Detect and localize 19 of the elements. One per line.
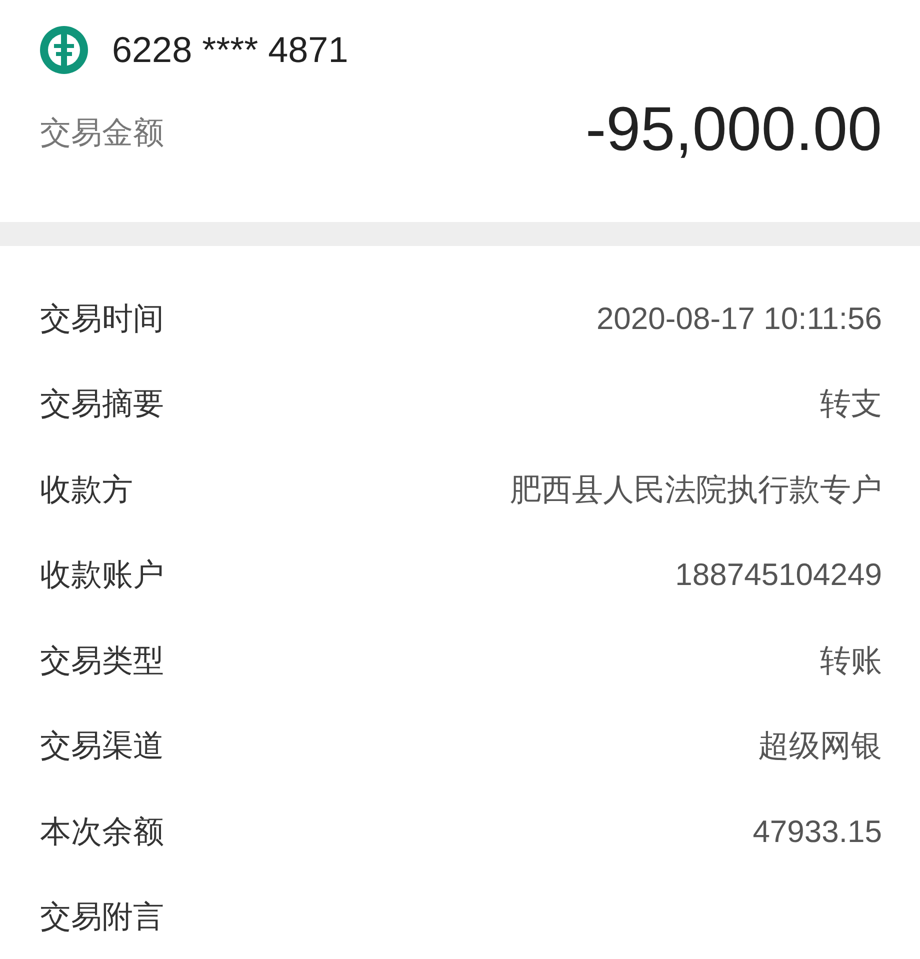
logo-icon — [38, 24, 90, 76]
detail-value: 2020-08-17 10:11:56 — [596, 300, 882, 337]
detail-label: 交易摘要 — [40, 385, 164, 424]
card-number: 6228 **** 4871 — [112, 29, 348, 71]
detail-value: 47933.15 — [752, 814, 882, 850]
amount-value: -95,000.00 — [586, 94, 882, 165]
detail-label: 收款方 — [40, 470, 133, 510]
detail-value: 转账 — [820, 642, 882, 680]
detail-label: 交易时间 — [40, 300, 164, 339]
detail-value: 转支 — [820, 385, 882, 424]
detail-value: 超级网银 — [758, 727, 882, 766]
detail-label: 收款账户 — [40, 556, 164, 596]
amount-label: 交易金额 — [40, 114, 164, 153]
detail-label: 交易类型 — [40, 642, 164, 681]
detail-label: 本次余额 — [40, 812, 164, 852]
detail-label: 交易渠道 — [40, 727, 164, 766]
detail-label: 交易附言 — [40, 898, 164, 938]
detail-value: 188745104249 — [675, 557, 882, 594]
detail-value: 肥西县人民法院执行款专户 — [510, 470, 882, 509]
